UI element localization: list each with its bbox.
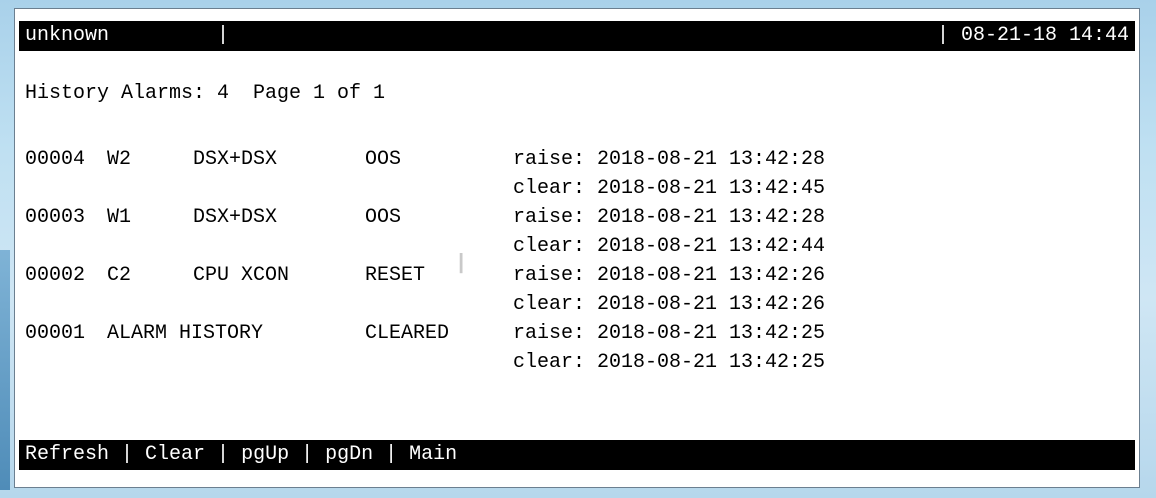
alarm-list: 00004 W2 DSX+DSX OOS raise: 2018-08-21 1… — [25, 147, 825, 379]
alarm-id: 00003 — [25, 206, 86, 229]
alarm-id: 00001 — [25, 322, 86, 345]
window-frame-accent — [0, 250, 10, 490]
window-frame: unknown | | 08-21-18 14:44 History Alarm… — [0, 0, 1156, 498]
alarm-raise-time: raise: 2018-08-21 13:42:28 — [513, 206, 826, 229]
menu-refresh[interactable]: Refresh — [25, 443, 109, 466]
menu-clear[interactable]: Clear — [145, 443, 205, 466]
alarm-id: 00004 — [25, 148, 86, 171]
alarm-row: 00002 C2 CPU XCON RESET raise: 2018-08-2… — [25, 263, 825, 321]
menu-separator: | — [289, 443, 326, 466]
text-cursor-icon: I — [457, 247, 466, 280]
alarm-channel: C2 — [107, 264, 132, 287]
alarm-type: DSX+DSX — [193, 148, 278, 171]
alarm-type: CPU XCON — [193, 264, 290, 287]
alarm-row: 00003 W1 DSX+DSX OOS raise: 2018-08-21 1… — [25, 205, 825, 263]
alarm-state: CLEARED — [365, 322, 450, 345]
alarm-state: OOS — [365, 148, 402, 171]
alarm-id: 00002 — [25, 264, 86, 287]
status-bar: unknown | | 08-21-18 14:44 — [19, 21, 1135, 51]
alarm-clear-time: clear: 2018-08-21 13:42:44 — [513, 235, 826, 258]
alarm-clear-time: clear: 2018-08-21 13:42:45 — [513, 177, 826, 200]
menu-separator: | — [373, 443, 410, 466]
alarm-channel: W2 — [107, 148, 132, 171]
alarm-state: RESET — [365, 264, 426, 287]
menu-separator: | — [205, 443, 242, 466]
alarm-row: 00004 W2 DSX+DSX OOS raise: 2018-08-21 1… — [25, 147, 825, 205]
alarm-row: 00001 ALARM HISTORY CLEARED raise: 2018-… — [25, 321, 825, 379]
alarm-clear-time: clear: 2018-08-21 13:42:26 — [513, 293, 826, 316]
alarm-channel: W1 — [107, 206, 132, 229]
menu-main[interactable]: Main — [409, 443, 457, 466]
terminal-screen[interactable]: unknown | | 08-21-18 14:44 History Alarm… — [14, 8, 1140, 488]
status-datetime: | 08-21-18 14:44 — [936, 24, 1129, 47]
alarm-channel: ALARM HISTORY — [107, 322, 264, 345]
alarm-raise-time: raise: 2018-08-21 13:42:26 — [513, 264, 826, 287]
alarm-state: OOS — [365, 206, 402, 229]
history-summary: History Alarms: 4 Page 1 of 1 — [25, 82, 386, 105]
alarm-raise-time: raise: 2018-08-21 13:42:28 — [513, 148, 826, 171]
alarm-clear-time: clear: 2018-08-21 13:42:25 — [513, 351, 826, 374]
menu-page-down[interactable]: pgDn — [325, 443, 373, 466]
status-left-text: unknown | — [25, 24, 230, 47]
menu-separator: | — [109, 443, 146, 466]
alarm-type: DSX+DSX — [193, 206, 278, 229]
alarm-raise-time: raise: 2018-08-21 13:42:25 — [513, 322, 826, 345]
command-menu-bar: Refresh | Clear | pgUp | pgDn | Main — [19, 440, 1135, 470]
menu-items: Refresh | Clear | pgUp | pgDn | Main — [25, 440, 457, 470]
menu-page-up[interactable]: pgUp — [241, 443, 289, 466]
